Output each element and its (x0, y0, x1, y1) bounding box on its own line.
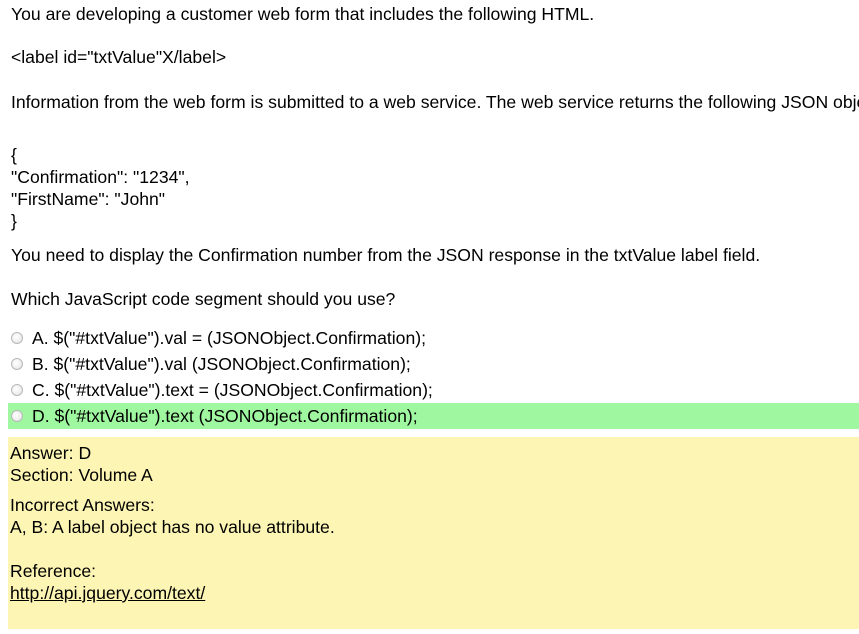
reference-heading: Reference: (10, 561, 97, 581)
incorrect-answers-heading: Incorrect Answers: (10, 495, 155, 515)
radio-button[interactable] (11, 358, 23, 370)
option-b[interactable]: B. $("#txtValue").val (JSONObject.Confir… (0, 351, 859, 377)
html-snippet: <label id="txtValue"X/label> (11, 47, 227, 67)
option-d-correct[interactable]: D. $("#txtValue").text (JSONObject.Confi… (8, 403, 859, 429)
json-line: { (11, 145, 17, 165)
radio-button[interactable] (11, 384, 23, 396)
radio-button[interactable] (11, 410, 23, 422)
question-page: You are developing a customer web form t… (0, 0, 859, 634)
answer-explanation-panel: Answer: D Section: Volume A Incorrect An… (8, 437, 859, 629)
service-description: Information from the web form is submitt… (11, 92, 859, 112)
reference-link[interactable]: http://api.jquery.com/text/ (10, 583, 205, 603)
json-line: "FirstName": "John" (11, 189, 166, 209)
option-c[interactable]: C. $("#txtValue").text = (JSONObject.Con… (0, 377, 859, 403)
answer-line: Answer: D (10, 443, 92, 463)
section-line: Section: Volume A (10, 465, 153, 485)
incorrect-answers-detail: A, B: A label object has no value attrib… (10, 517, 335, 537)
question-intro: You are developing a customer web form t… (11, 4, 595, 24)
option-a[interactable]: A. $("#txtValue").val = (JSONObject.Conf… (0, 325, 859, 351)
json-line: "Confirmation": "1234", (11, 167, 190, 187)
json-line: } (11, 211, 17, 231)
option-b-label: B. $("#txtValue").val (JSONObject.Confir… (32, 354, 411, 374)
json-response-block: { "Confirmation": "1234", "FirstName": "… (11, 144, 190, 232)
answer-options: A. $("#txtValue").val = (JSONObject.Conf… (0, 325, 859, 429)
option-c-label: C. $("#txtValue").text = (JSONObject.Con… (32, 380, 433, 400)
option-a-label: A. $("#txtValue").val = (JSONObject.Conf… (32, 328, 426, 348)
requirement-text: You need to display the Confirmation num… (11, 245, 761, 265)
radio-button[interactable] (11, 332, 23, 344)
option-d-label: D. $("#txtValue").text (JSONObject.Confi… (32, 406, 418, 426)
question-prompt: Which JavaScript code segment should you… (11, 289, 396, 309)
